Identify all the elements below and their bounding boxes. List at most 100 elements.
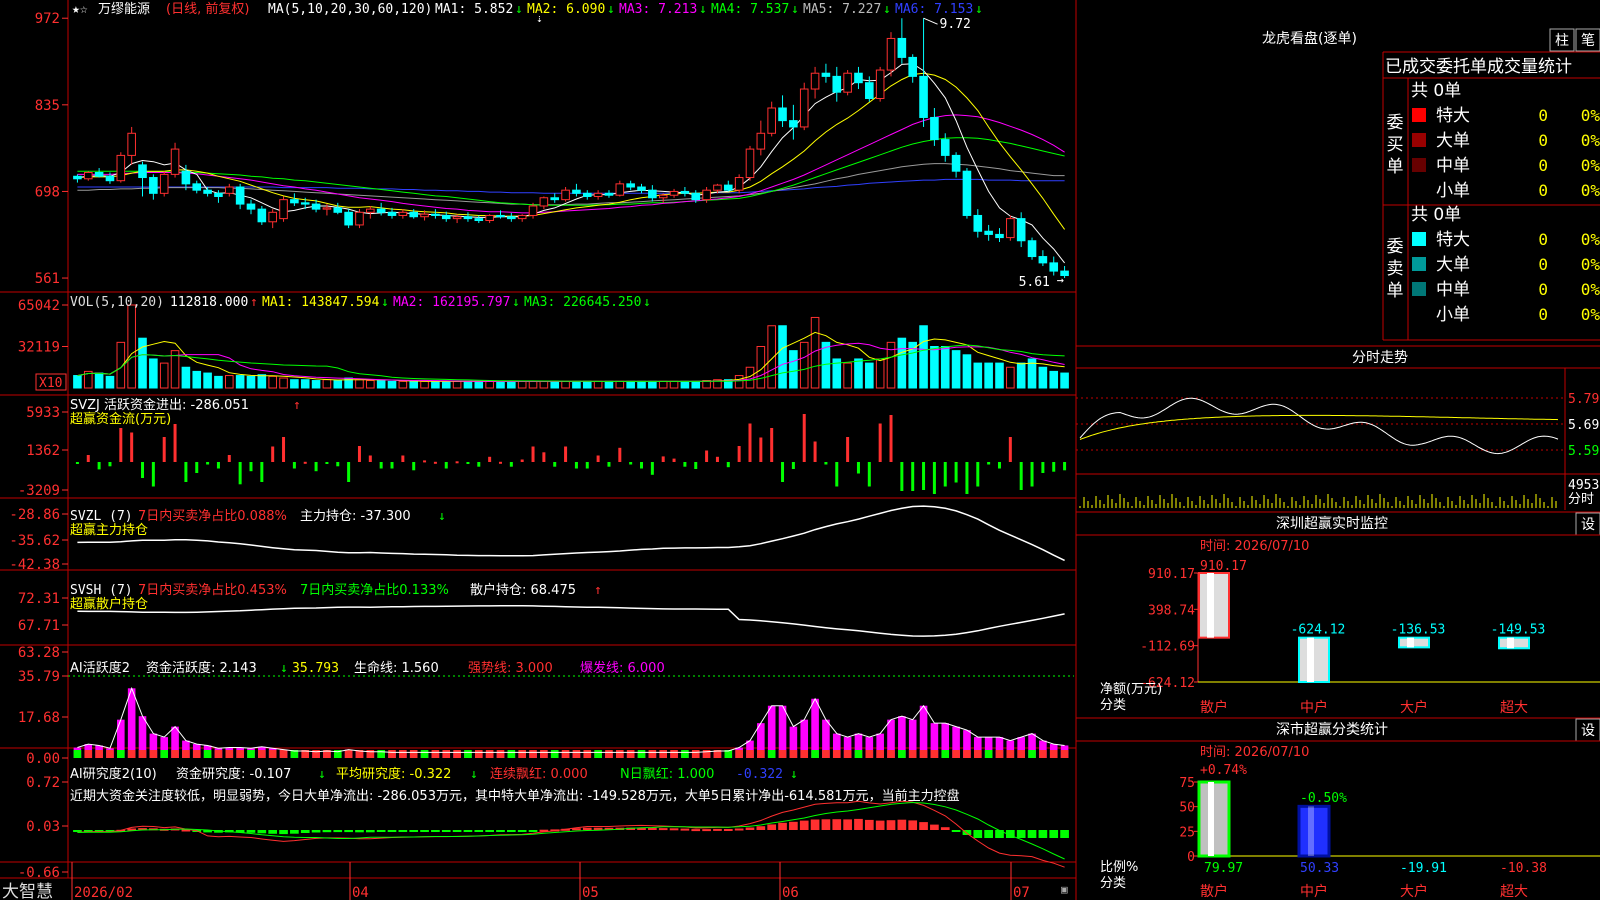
flow-bar: [151, 462, 155, 487]
flow-bar: [1030, 462, 1034, 487]
classify-title: 深市超赢分类统计: [1276, 721, 1388, 738]
volume-bar: [246, 375, 256, 389]
monitor-y-tick: 910.17: [1148, 567, 1195, 582]
activity-base: [735, 750, 743, 758]
volume-bar: [94, 372, 104, 389]
buy-row-value: 0: [1538, 106, 1548, 125]
activity-base: [388, 750, 396, 758]
candle-body: [680, 190, 690, 194]
activity-base: [789, 750, 798, 758]
terminal-canvas: 972835698561972★☆万缪能源(日线, 前复权)MA(5,10,20…: [0, 0, 1600, 900]
svsh-header: SVSH (7): [70, 583, 133, 598]
svzl-y-tick: -28.86: [9, 507, 60, 523]
sell-total: 共 0单: [1411, 205, 1461, 225]
activity-base: [474, 750, 483, 758]
ai1-item2: 35.793: [292, 661, 339, 676]
candle-body: [507, 216, 516, 220]
classify-category: 大户: [1400, 883, 1428, 900]
svsh-y-tick: 72.31: [18, 591, 60, 607]
candle-body: [463, 216, 473, 220]
buy-row-label: 大单: [1436, 131, 1470, 151]
candle-body: [376, 208, 386, 213]
activity-base: [583, 750, 592, 758]
candle-body: [344, 211, 353, 226]
volume-bar: [680, 380, 690, 389]
flow-bar: [748, 423, 752, 462]
activity-base: [800, 750, 809, 758]
bar-mode-button[interactable]: 柱: [1555, 33, 1569, 49]
flow-bar: [97, 462, 101, 470]
volume-bar: [843, 362, 852, 389]
sell-row-label: 特大: [1436, 230, 1470, 250]
candle-body: [83, 171, 93, 180]
research-bar: [713, 828, 722, 831]
tick-mode-button[interactable]: 笔: [1581, 33, 1595, 49]
activity-base: [518, 750, 526, 758]
volume-bar: [203, 372, 212, 389]
svzl-item1: 7日内买卖净占比0.088%: [138, 508, 287, 524]
ai1-item5: 爆发线: 6.000: [580, 660, 665, 676]
monitor-bar-highlight: [1307, 637, 1314, 682]
dragon-title: 龙虎看盘(逐单): [1262, 30, 1357, 47]
classify-settings-button[interactable]: 设: [1581, 723, 1595, 739]
activity-base: [453, 750, 461, 758]
flow-bar: [130, 432, 134, 462]
monitor-ylabel: 净额(万元): [1100, 682, 1162, 697]
sell-row-pct: 0%: [1581, 280, 1600, 299]
sell-row-pct: 0%: [1581, 230, 1600, 249]
candle-body: [224, 186, 234, 194]
research-bar: [376, 830, 386, 832]
activity-base: [203, 750, 212, 758]
activity-base: [822, 750, 830, 758]
activity-base: [572, 750, 581, 758]
volume-bar: [691, 380, 701, 389]
activity-base: [605, 750, 613, 758]
flow-bar: [932, 462, 936, 494]
buy-total: 共 0单: [1411, 81, 1461, 101]
volume-bar: [995, 362, 1004, 389]
buy-side-label: 委: [1387, 113, 1404, 133]
activity-base: [117, 750, 125, 758]
sell-side-label: 委: [1387, 237, 1404, 257]
vol-value: MA1: 143847.594: [262, 295, 380, 310]
candle-body: [474, 218, 484, 222]
ai1-y-tick: 35.79: [18, 669, 60, 685]
candle-body: [257, 208, 267, 223]
research-bar: [582, 827, 592, 830]
flow-bar: [856, 462, 860, 474]
research-bar: [756, 826, 766, 830]
candle-body: [452, 216, 462, 220]
high-label: 9.72: [940, 17, 971, 32]
candle-body: [214, 192, 223, 197]
monitor-settings-button[interactable]: 设: [1581, 517, 1595, 533]
activity-base: [550, 750, 559, 758]
activity-base: [258, 750, 266, 758]
price-y-tick: 835: [35, 98, 60, 114]
svzl-arrow: ↓: [438, 509, 446, 524]
candle-body: [539, 197, 549, 207]
monitor-time: 时间: 2026/07/10: [1200, 539, 1309, 554]
ma-header: MA(5,10,20,30,60,120): [268, 2, 432, 17]
research-bar: [723, 829, 733, 831]
classify-y-tick: 50: [1179, 801, 1195, 816]
brand-logo[interactable]: 大智慧: [2, 882, 53, 900]
volume-bar: [799, 341, 809, 389]
volume-bar: [333, 380, 343, 389]
candle-body: [398, 211, 408, 216]
volume-bar: [159, 362, 169, 389]
svzl-item2: 主力持仓: -37.300: [300, 509, 411, 524]
sell-row-value: 0: [1538, 280, 1548, 299]
candle-body: [615, 183, 625, 196]
volume-bar: [387, 380, 397, 389]
volume-bar: [615, 380, 625, 389]
classify-top-label: -0.50%: [1300, 791, 1347, 806]
flow-bar: [781, 462, 785, 482]
flow-bar: [531, 446, 535, 462]
volume-bar: [789, 350, 798, 389]
svsh-item2: 7日内买卖净占比0.133%: [300, 582, 449, 598]
activity-base: [1006, 750, 1015, 758]
volume-bar: [268, 375, 277, 389]
svzj-y-tick: 1362: [26, 443, 60, 459]
flow-bar: [75, 462, 79, 464]
candle-body: [745, 148, 755, 179]
